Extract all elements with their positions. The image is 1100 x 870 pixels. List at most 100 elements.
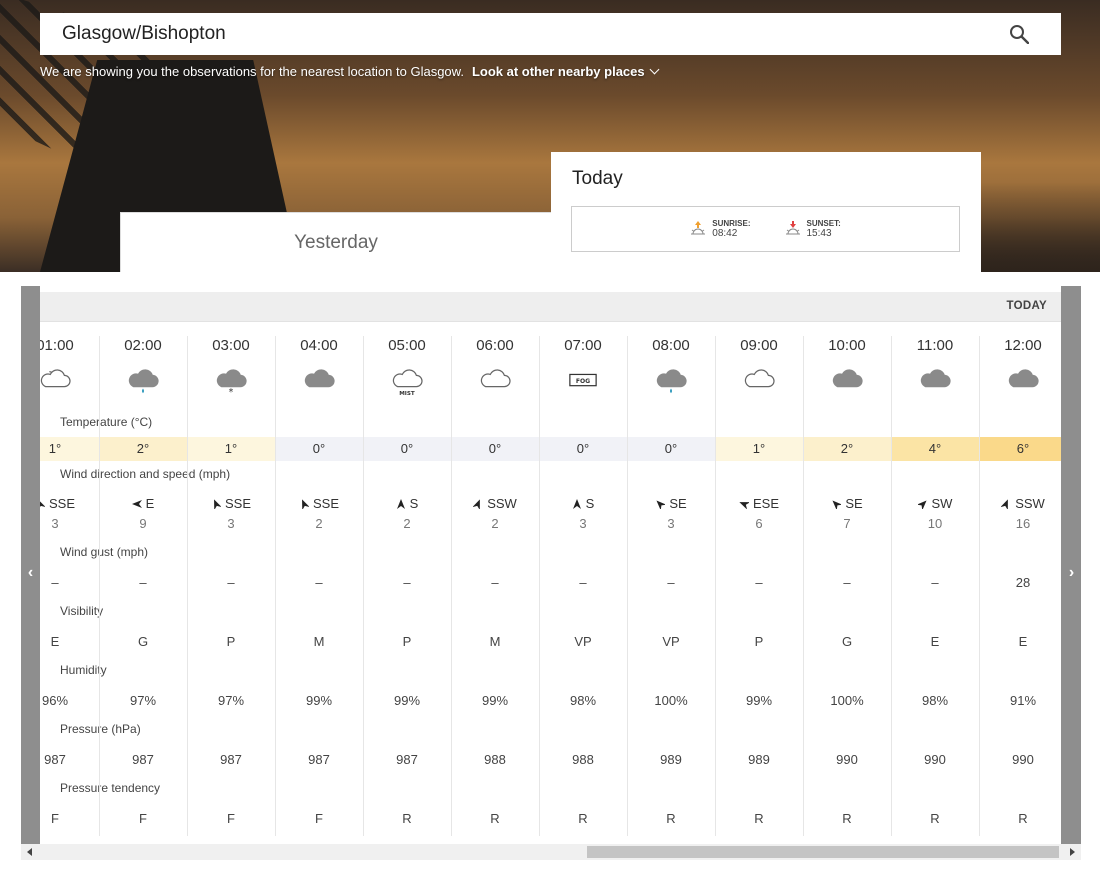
nearest-location-message: We are showing you the observations for … [40, 64, 660, 79]
wind-direction: SE [627, 496, 715, 511]
search-box[interactable] [40, 13, 1061, 55]
row-label-pressure: Pressure (hPa) [60, 722, 141, 736]
time-label: 09:00 [740, 337, 778, 354]
wind-speed: 7 [843, 516, 851, 531]
pressure-tendency-value: F [51, 811, 59, 826]
search-input[interactable] [62, 23, 962, 45]
cloudy-icon [480, 369, 511, 388]
fog-icon: FOG [569, 373, 597, 387]
humidity-value: 99% [305, 693, 333, 708]
visibility-value: M [313, 634, 325, 649]
time-label: 10:00 [828, 337, 866, 354]
wind-gust-value: – [139, 575, 147, 590]
pressure-value: 987 [220, 752, 242, 767]
wind-direction-label: S [585, 496, 595, 511]
scrollbar-thumb[interactable] [587, 846, 1059, 858]
wind-gust-value: – [755, 575, 763, 590]
wind-direction: S [539, 496, 627, 511]
scroll-left-arrow-icon[interactable] [27, 848, 32, 856]
nearest-message-text: We are showing you the observations for … [40, 64, 464, 79]
wind-gust-value: – [491, 575, 499, 590]
wind-gust-value: 28 [1015, 575, 1031, 590]
time-label: 12:00 [1004, 337, 1042, 354]
light-rain-icon [656, 369, 687, 394]
wind-arrow-icon [131, 499, 142, 508]
temperature-value: 1° [187, 437, 275, 461]
pressure-tendency-value: R [666, 811, 676, 826]
wind-gust-value: – [579, 575, 587, 590]
wind-arrow-icon [656, 499, 666, 509]
overcast-icon [1008, 369, 1039, 388]
wind-direction-label: SE [669, 496, 687, 511]
visibility-value: VP [574, 634, 592, 649]
sunset-time: 15:43 [806, 228, 832, 239]
wind-speed: 10 [927, 516, 943, 531]
sunrise-label: SUNRISE: [712, 219, 751, 228]
wind-direction: ESE [715, 496, 803, 511]
visibility-value: P [226, 634, 236, 649]
wind-gust-value: – [51, 575, 59, 590]
wind-speed: 3 [667, 516, 675, 531]
pressure-tendency-value: R [754, 811, 764, 826]
wind-direction-label: SE [845, 496, 863, 511]
scroll-right-arrow-icon[interactable] [1070, 848, 1075, 856]
temperature-value: 0° [363, 437, 451, 461]
weather-icon-cell [40, 366, 99, 398]
wind-speed: 9 [139, 516, 147, 531]
pressure-value: 987 [308, 752, 330, 767]
humidity-value: 100% [654, 693, 688, 708]
temperature-value: 1° [715, 437, 803, 461]
sun-times-box: SUNRISE: 08:42 SUNSET: 15:43 [571, 206, 960, 252]
humidity-value: 99% [481, 693, 509, 708]
pressure-value: 990 [924, 752, 946, 767]
wind-arrow-icon [396, 498, 405, 509]
time-label: 08:00 [652, 337, 690, 354]
tab-today[interactable]: Today SUNRISE: 08:42 SUNSET: 15:43 [551, 152, 981, 272]
time-label: 02:00 [124, 337, 162, 354]
wind-speed: 6 [755, 516, 763, 531]
day-label: TODAY [1006, 300, 1047, 312]
wind-speed: 3 [227, 516, 235, 531]
weather-icon-cell [275, 366, 363, 398]
scroll-left-button[interactable]: ‹ [21, 561, 40, 585]
pressure-value: 988 [572, 752, 594, 767]
tab-yesterday[interactable]: Yesterday [120, 212, 552, 272]
wind-direction: SSE [40, 496, 99, 511]
weather-icon-cell [715, 366, 803, 398]
sunrise-time: 08:42 [712, 228, 738, 239]
pressure-value: 990 [1012, 752, 1034, 767]
pressure-value: 987 [132, 752, 154, 767]
temperature-value: 2° [99, 437, 187, 461]
weather-icon-text: FOG [576, 378, 590, 385]
weather-icon-cell [979, 366, 1061, 398]
temperature-value: 6° [979, 437, 1061, 461]
weather-icon-cell [451, 366, 539, 398]
wind-direction: SSE [275, 496, 363, 511]
light-snow-icon: * [216, 369, 247, 396]
nearby-places-link[interactable]: Look at other nearby places [472, 64, 660, 79]
horizontal-scrollbar[interactable] [21, 844, 1081, 860]
visibility-value: G [841, 634, 853, 649]
wind-speed: 2 [491, 516, 499, 531]
humidity-value: 97% [129, 693, 157, 708]
wind-arrow-icon [917, 499, 927, 509]
sunrise-icon [691, 221, 706, 235]
pressure-value: 989 [748, 752, 770, 767]
time-label: 01:00 [40, 337, 74, 354]
scroll-right-button[interactable]: › [1062, 561, 1081, 585]
wind-arrow-icon [302, 498, 309, 509]
pressure-tendency-value: R [842, 811, 852, 826]
humidity-value: 99% [745, 693, 773, 708]
wind-gust-value: – [403, 575, 411, 590]
row-label-gust: Wind gust (mph) [60, 545, 149, 559]
search-icon[interactable] [1009, 24, 1029, 44]
visibility-value: E [930, 634, 940, 649]
temperature-value: 2° [803, 437, 891, 461]
humidity-value: 98% [569, 693, 597, 708]
chevron-right-icon: › [1068, 564, 1075, 581]
wind-direction-label: SW [931, 496, 953, 511]
wind-gust-value: – [667, 575, 675, 590]
humidity-value: 98% [921, 693, 949, 708]
wind-speed: 3 [51, 516, 59, 531]
pressure-tendency-value: F [227, 811, 235, 826]
